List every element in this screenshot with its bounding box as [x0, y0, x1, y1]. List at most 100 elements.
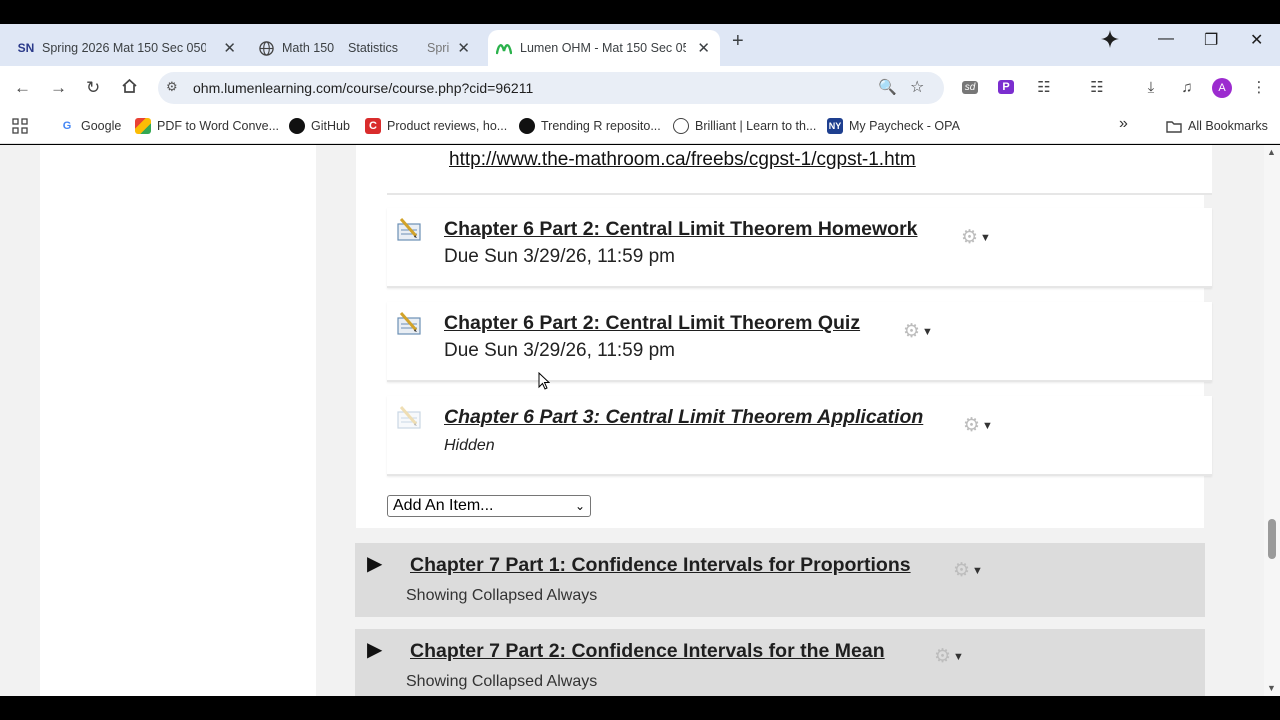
profile-avatar[interactable]: A [1212, 78, 1232, 98]
item-title-link[interactable]: Chapter 6 Part 3: Central Limit Theorem … [444, 406, 923, 429]
chapter-title-link[interactable]: Chapter 7 Part 1: Confidence Intervals f… [410, 554, 911, 577]
close-tab-icon[interactable]: ✕ [697, 39, 710, 57]
chapter-7-part-2-block: ▶ Chapter 7 Part 2: Confidence Intervals… [355, 629, 1205, 696]
all-bookmarks[interactable]: All Bookmarks [1166, 118, 1268, 134]
close-window-button[interactable]: ✕ [1250, 30, 1263, 50]
extensions-puzzle-icon[interactable]: ☷ [1033, 76, 1055, 98]
url-text[interactable]: ohm.lumenlearning.com/course/course.php?… [193, 80, 533, 96]
resource-link-row: http://www.the-mathroom.ca/freebs/cgpst-… [387, 145, 1212, 195]
forward-arrow-icon[interactable]: → [50, 78, 67, 98]
chevron-down-icon[interactable]: ▼ [972, 565, 983, 577]
settings-gear-icon[interactable]: ⚙ ▼ [961, 226, 991, 249]
restore-button[interactable]: ❐ [1204, 30, 1218, 50]
chevron-down-icon[interactable]: ▼ [922, 326, 933, 338]
item-due-date: Due Sun 3/29/26, 11:59 pm [444, 246, 675, 267]
chapter-title-link[interactable]: Chapter 7 Part 2: Confidence Intervals f… [410, 640, 885, 663]
expand-triangle-icon[interactable]: ▶ [367, 551, 382, 576]
tab-spring-2026[interactable]: SN Spring 2026 Mat 150 Sec 0504 ✕ [18, 30, 246, 66]
chevron-down-icon: ⌄ [574, 499, 585, 513]
add-item-select[interactable]: Add An Item... ⌄ [387, 495, 591, 517]
github-icon [519, 118, 535, 134]
chapter-collapse-status: Showing Collapsed Always [406, 673, 598, 690]
back-arrow-icon[interactable]: ← [14, 78, 31, 98]
chapter-collapse-status: Showing Collapsed Always [406, 587, 598, 604]
globe-icon [258, 40, 274, 56]
folder-icon [1166, 118, 1182, 134]
item-clt-quiz: Chapter 6 Part 2: Central Limit Theorem … [387, 302, 1212, 382]
sn-favicon-icon: SN [17, 41, 35, 55]
kebab-menu-icon[interactable]: ⋮ [1248, 76, 1270, 98]
item-hidden-status: Hidden [444, 437, 495, 454]
lumen-icon [496, 40, 512, 56]
top-letterbox [0, 0, 1280, 24]
item-due-date: Due Sun 3/29/26, 11:59 pm [444, 340, 675, 361]
bookmark-github[interactable]: GitHub [289, 118, 350, 134]
assessment-icon [397, 312, 421, 335]
home-icon[interactable] [121, 78, 138, 99]
github-icon [289, 118, 305, 134]
tab-search-icon[interactable]: ☷ [1086, 76, 1108, 98]
reload-icon[interactable]: ↻ [86, 78, 100, 98]
brilliant-icon [673, 118, 689, 134]
chevron-down-icon[interactable]: ▼ [953, 651, 964, 663]
bottom-letterbox [0, 696, 1280, 720]
left-sidebar [40, 145, 316, 696]
scrollbar-thumb[interactable] [1268, 519, 1276, 559]
chapter-7-part-1-block: ▶ Chapter 7 Part 1: Confidence Intervals… [355, 543, 1205, 617]
settings-gear-icon[interactable]: ⚙ ▼ [963, 414, 993, 437]
chevron-down-icon[interactable]: ▼ [980, 232, 991, 244]
pdf-to-word-icon [135, 118, 151, 134]
bookmarks-bar: G Google PDF to Word Conve... GitHub C P… [0, 110, 1280, 144]
chevron-down-icon[interactable]: ▼ [982, 420, 993, 432]
close-tab-icon[interactable]: ✕ [223, 39, 236, 57]
consumer-reports-icon: C [365, 118, 381, 134]
settings-gear-icon[interactable]: ⚙ ▼ [934, 645, 964, 668]
tab-strip: SN Spring 2026 Mat 150 Sec 0504 ✕ Math 1… [0, 24, 1280, 66]
bookmark-trending-r[interactable]: Trending R reposito... [519, 118, 661, 134]
bookmark-google[interactable]: G Google [59, 118, 122, 134]
page-scrollbar[interactable]: ▲ ▼ [1264, 145, 1280, 696]
tab-lumen-ohm[interactable]: Lumen OHM - Mat 150 Sec 050 ✕ [488, 30, 720, 66]
scroll-down-icon[interactable]: ▼ [1267, 683, 1276, 693]
gemini-icon[interactable] [1101, 30, 1119, 53]
scroll-up-icon[interactable]: ▲ [1267, 147, 1276, 157]
bookmark-product-reviews[interactable]: C Product reviews, ho... [365, 118, 507, 134]
minimize-button[interactable]: — [1158, 30, 1174, 48]
page-viewport: http://www.the-mathroom.ca/freebs/cgpst-… [0, 145, 1280, 696]
settings-gear-icon[interactable]: ⚙ ▼ [953, 559, 983, 582]
nyc-icon: NY [827, 118, 843, 134]
tab-spri[interactable]: Spri ✕ [420, 30, 484, 66]
close-tab-icon[interactable]: ✕ [457, 39, 470, 57]
media-controls-icon[interactable]: ♫ [1176, 76, 1198, 98]
bookmark-my-paycheck[interactable]: NY My Paycheck - OPA [827, 118, 960, 134]
tab-title: Math 150 Statistics [282, 41, 399, 55]
extension-p-icon[interactable]: P [995, 76, 1017, 98]
item-title-link[interactable]: Chapter 6 Part 2: Central Limit Theorem … [444, 312, 860, 335]
chapter-6-block: http://www.the-mathroom.ca/freebs/cgpst-… [356, 145, 1212, 528]
item-clt-homework: Chapter 6 Part 2: Central Limit Theorem … [387, 208, 1212, 288]
bookmark-brilliant[interactable]: Brilliant | Learn to th... [673, 118, 816, 134]
extension-sd-icon[interactable]: sd [959, 76, 981, 98]
download-icon[interactable]: ⤓ [1140, 76, 1162, 98]
tab-math-150[interactable]: Math 150 Statistics [258, 30, 414, 66]
mathroom-link[interactable]: http://www.the-mathroom.ca/freebs/cgpst-… [449, 149, 916, 171]
course-content: http://www.the-mathroom.ca/freebs/cgpst-… [336, 145, 1242, 696]
settings-gear-icon[interactable]: ⚙ ▼ [903, 320, 933, 343]
apps-grid-icon[interactable] [12, 118, 28, 134]
more-bookmarks-chevron[interactable]: » [1119, 115, 1128, 133]
item-clt-application: Chapter 6 Part 3: Central Limit Theorem … [387, 396, 1212, 476]
assessment-icon [397, 406, 421, 429]
new-tab-button[interactable]: + [732, 30, 744, 53]
address-bar[interactable]: ⚙ ohm.lumenlearning.com/course/course.ph… [158, 72, 944, 104]
tab-title: Spring 2026 Mat 150 Sec 0504 [42, 41, 206, 55]
zoom-icon[interactable]: 🔍 [878, 78, 897, 96]
bookmark-pdf-to-word[interactable]: PDF to Word Conve... [135, 118, 279, 134]
site-info-icon[interactable]: ⚙ [166, 79, 178, 95]
assessment-icon [397, 218, 421, 241]
item-title-link[interactable]: Chapter 6 Part 2: Central Limit Theorem … [444, 218, 918, 241]
tab-title: Spri [427, 41, 450, 55]
bookmark-star-icon[interactable]: ☆ [910, 77, 924, 97]
google-icon: G [62, 120, 72, 132]
mouse-cursor-icon [538, 371, 551, 395]
expand-triangle-icon[interactable]: ▶ [367, 637, 382, 662]
